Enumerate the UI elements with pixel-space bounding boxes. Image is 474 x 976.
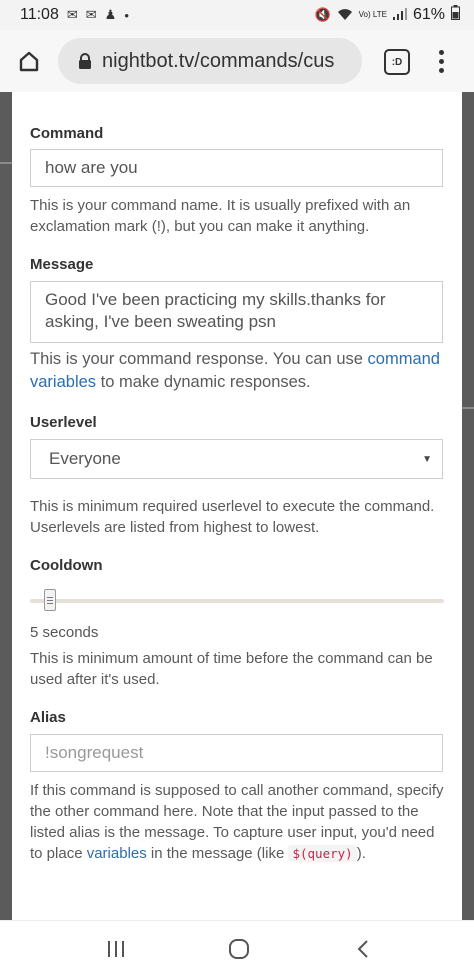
cooldown-slider-handle[interactable]: [44, 589, 56, 611]
signal-icon: [392, 7, 407, 23]
dot-icon: •: [124, 7, 129, 23]
home-icon: [19, 51, 39, 72]
cooldown-slider-track[interactable]: [30, 599, 444, 603]
command-help: This is your command name. It is usually…: [30, 197, 411, 235]
status-time: 11:08: [20, 6, 59, 23]
status-bar: 11:08 ✉ ✉ ♟ • 🔇 Vo) LTE 61%: [0, 0, 474, 30]
home-nav-icon: [229, 939, 249, 959]
userlevel-select[interactable]: Everyone ▼: [30, 439, 443, 479]
cooldown-value: 5 seconds: [30, 624, 99, 641]
message-label: Message: [30, 256, 94, 273]
back-button[interactable]: [352, 935, 374, 963]
alias-help: If this command is supposed to call anot…: [30, 782, 444, 862]
person-icon: ♟: [104, 7, 117, 22]
cooldown-label: Cooldown: [30, 557, 103, 574]
edit-command-modal: Command how are you This is your command…: [12, 92, 462, 920]
home-nav-button[interactable]: [226, 935, 252, 963]
caret-down-icon: ▼: [422, 454, 432, 465]
query-code: $(query): [288, 845, 357, 862]
cooldown-help: This is minimum amount of time before th…: [30, 650, 433, 688]
lock-icon: [78, 52, 92, 70]
home-button[interactable]: [0, 30, 58, 92]
alias-label: Alias: [30, 709, 66, 726]
command-label: Command: [30, 125, 104, 142]
recent-apps-icon: [108, 941, 124, 957]
wifi-icon: [337, 7, 353, 24]
message-help: This is your command response. You can u…: [30, 350, 440, 391]
userlevel-label: Userlevel: [30, 414, 97, 431]
back-icon: [357, 940, 368, 958]
variables-link[interactable]: variables: [87, 845, 147, 862]
mail-icon: ✉: [66, 7, 78, 22]
tab-switcher-button[interactable]: :D: [384, 49, 410, 75]
mail-icon: ✉: [85, 7, 97, 22]
url-text: nightbot.tv/commands/cus: [102, 49, 335, 72]
network-label: Vo) LTE: [358, 10, 387, 19]
address-bar[interactable]: nightbot.tv/commands/cus: [58, 38, 362, 84]
alias-input[interactable]: !songrequest: [30, 734, 443, 772]
mute-icon: 🔇: [314, 7, 331, 22]
system-nav-bar: [0, 920, 474, 976]
battery-icon: [451, 5, 460, 25]
message-textarea[interactable]: Good I've been practicing my skills.than…: [30, 281, 443, 343]
userlevel-selected: Everyone: [49, 449, 121, 468]
more-vert-icon[interactable]: [432, 46, 450, 76]
browser-toolbar: nightbot.tv/commands/cus :D: [0, 30, 474, 93]
userlevel-help: This is minimum required userlevel to ex…: [30, 498, 435, 536]
command-input[interactable]: how are you: [30, 149, 443, 187]
battery-percent: 61%: [412, 6, 445, 23]
recent-apps-button[interactable]: [104, 935, 128, 963]
